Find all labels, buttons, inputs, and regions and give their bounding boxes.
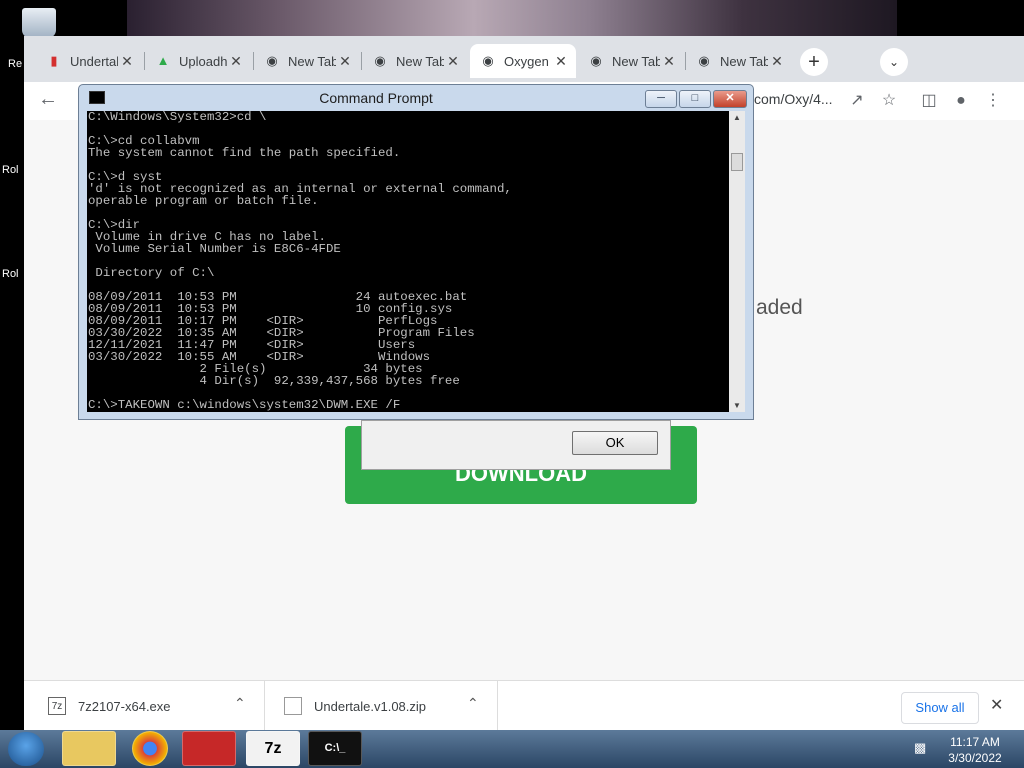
scrollbar-thumb[interactable] (731, 153, 743, 171)
divider (264, 681, 265, 731)
tab-oxygen[interactable]: ◉ Oxygen ✕ (470, 44, 576, 78)
tab-new-tab[interactable]: ◉ New Tab ✕ (686, 44, 792, 78)
close-icon[interactable]: ✕ (660, 53, 678, 70)
close-icon[interactable]: ✕ (118, 53, 136, 70)
7zip-taskbar-button[interactable]: 7z (246, 731, 300, 766)
profile-icon[interactable]: ● (950, 90, 972, 112)
back-arrow-icon[interactable]: ← (38, 88, 58, 111)
desktop-wallpaper (127, 0, 897, 36)
tab-upload[interactable]: ▲ Uploadh ✕ (145, 44, 251, 78)
title-bar[interactable]: Command Prompt ─ □ ✕ (79, 85, 753, 111)
chrome-icon: ◉ (590, 53, 602, 68)
maximize-button[interactable]: □ (679, 90, 711, 108)
console-text: C:\Windows\System32>cd \ C:\>cd collabvm… (88, 111, 512, 412)
minimize-button[interactable]: ─ (645, 90, 677, 108)
share-icon[interactable]: ↗ (846, 90, 868, 112)
tab-new-tab[interactable]: ◉ New Tab ✕ (254, 44, 360, 78)
clock-time: 11:17 AM (950, 735, 1000, 749)
defender-taskbar-button[interactable] (182, 731, 236, 766)
download-item[interactable]: Undertale.v1.08.zip (284, 691, 426, 721)
menu-kebab-icon[interactable]: ⋮ (982, 90, 1004, 112)
close-button[interactable]: ✕ (713, 90, 747, 108)
show-all-button[interactable]: Show all (901, 692, 979, 724)
tab-title: New Tab (720, 53, 768, 69)
close-icon[interactable]: ✕ (552, 53, 570, 70)
console-output[interactable]: C:\Windows\System32>cd \ C:\>cd collabvm… (87, 111, 729, 412)
cmd-taskbar-button[interactable]: C:\_ (308, 731, 362, 766)
tab-title: New Tab (396, 53, 444, 69)
chevron-up-icon[interactable]: ⌃ (467, 695, 479, 712)
divider (497, 681, 498, 731)
red-shield-icon: ▮ (50, 53, 58, 68)
download-shelf: 7z 7z2107-x64.exe ⌃ Undertale.v1.08.zip … (24, 680, 1024, 731)
recycle-bin-icon[interactable] (22, 8, 56, 38)
tab-title: New Tab (288, 53, 336, 69)
start-button[interactable] (8, 732, 44, 766)
desktop-icon-label: Rol (2, 164, 19, 176)
system-clock[interactable]: 11:17 AM 3/30/2022 (940, 734, 1010, 766)
zip-file-icon (284, 697, 302, 715)
desktop-icon-label: Rol (2, 268, 19, 280)
scroll-up-icon[interactable]: ▲ (729, 113, 745, 122)
page-heading-fragment: aded (756, 296, 803, 319)
side-panel-icon[interactable]: ◫ (918, 90, 940, 112)
clock-date: 3/30/2022 (948, 751, 1002, 765)
tab-undertale[interactable]: ▮ Undertale ✕ (36, 44, 142, 78)
taskbar: 7z C:\_ ▩ 11:17 AM 3/30/2022 (0, 730, 1024, 768)
chevron-up-icon[interactable]: ⌃ (234, 695, 246, 712)
alert-dialog: OK (361, 420, 671, 470)
new-tab-button[interactable]: + (800, 48, 828, 76)
chrome-taskbar-button[interactable] (132, 731, 168, 766)
tab-new-tab[interactable]: ◉ New Tab ✕ (578, 44, 684, 78)
command-prompt-window[interactable]: Command Prompt ─ □ ✕ C:\Windows\System32… (78, 84, 754, 420)
scroll-down-icon[interactable]: ▼ (729, 401, 745, 410)
close-icon[interactable]: ✕ (768, 53, 786, 70)
network-icon[interactable]: ▩ (914, 740, 930, 756)
download-filename: 7z2107-x64.exe (78, 698, 171, 714)
close-icon[interactable]: ✕ (227, 53, 245, 70)
chevron-down-icon[interactable]: ⌄ (880, 48, 908, 76)
chrome-icon: ◉ (698, 53, 710, 68)
close-icon[interactable]: ✕ (444, 53, 462, 70)
star-icon[interactable]: ☆ (878, 90, 900, 112)
tab-new-tab[interactable]: ◉ New Tab ✕ (362, 44, 468, 78)
close-icon[interactable]: ✕ (336, 53, 354, 70)
tab-title: Uploadh (179, 53, 227, 69)
address-bar-url[interactable]: com/Oxy/4... (754, 91, 833, 107)
window-title: Command Prompt (319, 90, 433, 106)
tab-strip: ▮ Undertale ✕ ▲ Uploadh ✕ ◉ New Tab ✕ ◉ … (24, 36, 1024, 82)
download-filename: Undertale.v1.08.zip (314, 698, 427, 714)
desktop-icon-label: Re (8, 58, 23, 70)
vertical-scrollbar[interactable]: ▲ ▼ (729, 111, 745, 412)
close-icon[interactable]: ✕ (990, 695, 1003, 715)
chrome-icon: ◉ (266, 53, 278, 68)
upload-icon: ▲ (156, 53, 170, 68)
tab-title: Oxygen (504, 53, 549, 69)
chrome-icon: ◉ (374, 53, 386, 68)
download-item[interactable]: 7z 7z2107-x64.exe (48, 691, 171, 721)
explorer-taskbar-button[interactable] (62, 731, 116, 766)
globe-icon: ◉ (482, 53, 494, 68)
ok-button[interactable]: OK (572, 431, 658, 455)
tab-title: Undertale (70, 53, 118, 69)
tab-title: New Tab (612, 53, 660, 69)
7z-icon: 7z (48, 697, 66, 715)
